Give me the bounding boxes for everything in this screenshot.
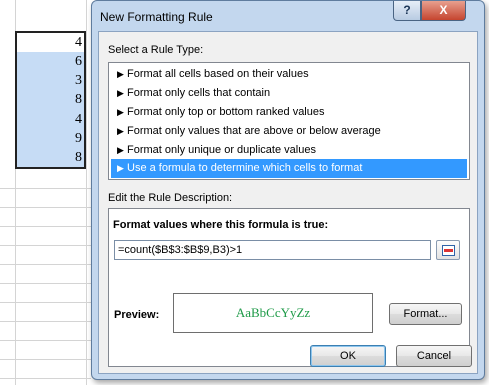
dialog-titlebar[interactable]: New Formatting Rule ? X (92, 1, 484, 31)
format-button[interactable]: Format... (389, 303, 462, 325)
row-gridline (0, 302, 91, 303)
row-gridline (0, 321, 91, 322)
formula-input[interactable]: =count($B$3:$B$9,B3)>1 (114, 240, 431, 260)
dialog-body: Select a Rule Type: ▶ Format all cells ba… (98, 31, 478, 374)
rule-type-item[interactable]: ▶ Format all cells based on their values (111, 65, 467, 84)
edit-description-label: Edit the Rule Description: (108, 192, 233, 204)
rule-type-item[interactable]: ▶ Format only cells that contain (111, 84, 467, 103)
cell-b4[interactable]: 6 (17, 52, 84, 71)
row-gridline (0, 245, 91, 246)
rule-type-list[interactable]: ▶ Format all cells based on their values … (108, 62, 470, 180)
collapse-dialog-icon (442, 245, 455, 256)
row-gridline (0, 226, 91, 227)
cell-b7[interactable]: 4 (17, 110, 84, 129)
row-gridline (0, 340, 91, 341)
row-gridline (0, 378, 91, 379)
triangle-right-icon: ▶ (117, 107, 124, 117)
rule-type-item[interactable]: ▶ Format only unique or duplicate values (111, 141, 467, 160)
row-gridline (0, 207, 91, 208)
rule-type-label: Select a Rule Type: (108, 44, 204, 56)
rule-type-item[interactable]: ▶ Format only top or bottom ranked values (111, 103, 467, 122)
cell-b5[interactable]: 3 (17, 71, 84, 90)
collapse-dialog-button[interactable] (436, 240, 460, 260)
rule-type-text: Format all cells based on their values (127, 68, 309, 80)
close-icon: X (439, 3, 448, 17)
preview-box: AaBbCcYyZz (173, 293, 373, 333)
rule-description-panel (108, 208, 470, 367)
help-button[interactable]: ? (393, 1, 421, 21)
rule-type-item[interactable]: ▶ Format only values that are above or be… (111, 122, 467, 141)
formula-label: Format values where this formula is true… (113, 219, 329, 231)
row-gridline (0, 283, 91, 284)
row-gridline (0, 188, 91, 189)
cell-b8[interactable]: 9 (17, 129, 84, 148)
row-gridline (0, 264, 91, 265)
cancel-button[interactable]: Cancel (396, 345, 472, 367)
rule-type-text: Format only top or bottom ranked values (127, 106, 325, 118)
triangle-right-icon: ▶ (117, 88, 124, 98)
triangle-right-icon: ▶ (117, 163, 124, 173)
help-icon: ? (403, 3, 411, 17)
triangle-right-icon: ▶ (117, 145, 124, 155)
ok-button[interactable]: OK (310, 345, 386, 367)
cell-b9[interactable]: 8 (17, 148, 84, 167)
rule-type-text: Format only unique or duplicate values (127, 144, 316, 156)
rule-type-text: Format only values that are above or bel… (127, 125, 381, 137)
column-gridline (86, 0, 87, 385)
cell-b3[interactable]: 4 (17, 33, 84, 52)
new-formatting-rule-dialog: New Formatting Rule ? X Select a Rule Ty… (91, 0, 485, 380)
cell-b6[interactable]: 8 (17, 90, 84, 109)
close-button[interactable]: X (421, 1, 466, 21)
preview-label: Preview: (114, 309, 160, 321)
dialog-title: New Formatting Rule (100, 10, 213, 24)
triangle-right-icon: ▶ (117, 69, 124, 79)
triangle-right-icon: ▶ (117, 126, 124, 136)
rule-type-text: Format only cells that contain (127, 87, 271, 99)
rule-type-item-selected[interactable]: ▶ Use a formula to determine which cells … (111, 159, 467, 178)
rule-type-text: Use a formula to determine which cells t… (127, 162, 363, 174)
row-gridline (0, 359, 91, 360)
